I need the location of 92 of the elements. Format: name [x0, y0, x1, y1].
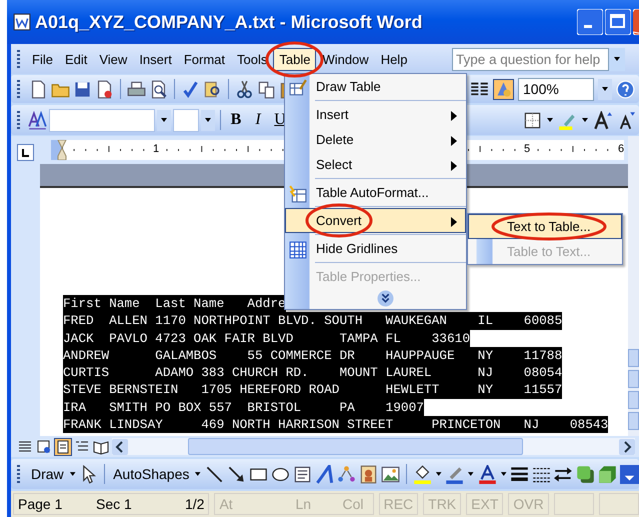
menu-item[interactable]: Edit — [58, 48, 94, 70]
line-color-icon[interactable] — [445, 464, 464, 484]
spelling-icon[interactable] — [181, 80, 200, 98]
styles-icon[interactable] — [28, 110, 47, 130]
menu-item[interactable]: Table — [273, 48, 316, 70]
autoshapes-button[interactable]: AutoShapes — [111, 466, 192, 482]
pencil-table-icon — [289, 79, 307, 97]
help-search-field[interactable]: Type a question for help — [452, 48, 609, 70]
status-text: At — [219, 496, 234, 512]
print-icon[interactable] — [127, 80, 146, 98]
status-text: EXT — [471, 496, 498, 512]
menu-item[interactable]: File — [26, 48, 59, 70]
menu-item[interactable]: View — [93, 48, 134, 70]
window-title: A01q_XYZ_COMPANY_A.txt - Microsoft Word — [35, 12, 424, 32]
page-view-icon[interactable] — [55, 438, 71, 454]
zoom-field[interactable]: 100% — [518, 78, 594, 100]
menu-item[interactable]: Select — [285, 152, 466, 177]
status-panel — [598, 493, 639, 515]
indent-marker[interactable] — [57, 140, 67, 160]
maximize-button[interactable] — [605, 9, 631, 35]
menu-item[interactable]: Insert — [133, 48, 178, 70]
status-text: Page 1 — [18, 496, 64, 512]
status-text: Col — [342, 496, 364, 512]
caret-icon[interactable] — [613, 55, 621, 63]
word-document-icon[interactable] — [13, 13, 31, 31]
shadow-icon[interactable] — [576, 464, 595, 484]
caret-icon[interactable] — [204, 116, 212, 124]
status-text: Sec 1 — [96, 496, 133, 512]
table-autoformat-icon — [289, 185, 307, 203]
caret-icon[interactable] — [434, 470, 442, 478]
fill-color-icon[interactable] — [412, 464, 432, 484]
caret-icon[interactable] — [581, 116, 589, 124]
minimize-button[interactable] — [577, 9, 603, 35]
horizontal-scrollbar[interactable] — [112, 438, 635, 455]
3d-box-icon[interactable] — [598, 464, 617, 484]
toolbar-options-icon[interactable] — [620, 464, 639, 484]
caret-icon[interactable] — [546, 116, 554, 124]
submenu-arrow-icon — [451, 111, 457, 121]
draw-menu-button[interactable]: Draw — [29, 466, 66, 482]
reading-view-icon[interactable] — [93, 438, 109, 454]
scissors-icon[interactable] — [235, 80, 254, 98]
caret-icon[interactable] — [68, 470, 76, 478]
scroll-left-icon[interactable] — [112, 438, 128, 454]
status-panel — [554, 493, 594, 515]
save-icon[interactable] — [73, 80, 92, 98]
caret-icon[interactable] — [160, 116, 168, 124]
bold-button[interactable]: B — [226, 109, 246, 131]
font-color-icon[interactable] — [478, 464, 497, 484]
style-field[interactable] — [49, 108, 155, 132]
picture-icon[interactable] — [380, 464, 400, 484]
arrow-icon[interactable] — [226, 464, 246, 484]
menu-item[interactable]: Table AutoFormat... — [285, 180, 466, 205]
menu-item[interactable]: Format — [178, 48, 231, 70]
status-text: 1/2 — [185, 496, 204, 512]
text-box-icon[interactable] — [292, 464, 312, 484]
help-icon[interactable] — [616, 80, 635, 98]
tab-stop-icon[interactable] — [17, 144, 34, 161]
line-icon[interactable] — [204, 464, 224, 484]
print-preview-icon[interactable] — [149, 80, 168, 98]
scroll-right-icon[interactable] — [619, 438, 635, 454]
copy-icon[interactable] — [257, 80, 276, 98]
status-text: REC — [384, 496, 414, 512]
arrow-style-icon[interactable] — [554, 464, 573, 484]
expand-menu-icon[interactable] — [377, 290, 394, 307]
web-view-icon[interactable] — [36, 438, 52, 454]
font-size-field[interactable] — [173, 108, 199, 132]
drawing-icon[interactable] — [493, 78, 514, 100]
caret-icon[interactable] — [194, 470, 202, 478]
normal-view-icon[interactable] — [17, 438, 33, 454]
submenu-arrow-icon — [451, 161, 457, 171]
line-style-icon[interactable] — [510, 464, 529, 484]
grid-icon — [289, 241, 307, 259]
menu-item[interactable]: Convert — [285, 208, 466, 233]
border-icon[interactable] — [523, 110, 542, 130]
submenu-arrow-icon — [451, 217, 457, 227]
grow-font-icon[interactable] — [593, 110, 612, 130]
diagram-icon[interactable] — [336, 464, 356, 484]
caret-icon[interactable] — [467, 470, 475, 478]
document-permission-icon[interactable] — [95, 80, 114, 98]
menu-item[interactable]: Hide Gridlines — [285, 236, 466, 261]
menu-item[interactable]: Draw Table — [285, 74, 466, 99]
italic-button[interactable]: I — [248, 109, 268, 131]
status-text: TRK — [428, 496, 456, 512]
menu-item[interactable]: Help — [374, 48, 414, 70]
caret-icon[interactable] — [500, 470, 507, 478]
caret-icon[interactable] — [601, 85, 609, 93]
new-document-icon[interactable] — [29, 80, 48, 98]
status-text: OVR — [513, 496, 544, 512]
vertical-scrollbar[interactable] — [628, 136, 639, 436]
clip-art-icon[interactable] — [358, 464, 378, 484]
submenu-arrow-icon — [451, 136, 457, 146]
status-text: Ln — [295, 496, 312, 512]
